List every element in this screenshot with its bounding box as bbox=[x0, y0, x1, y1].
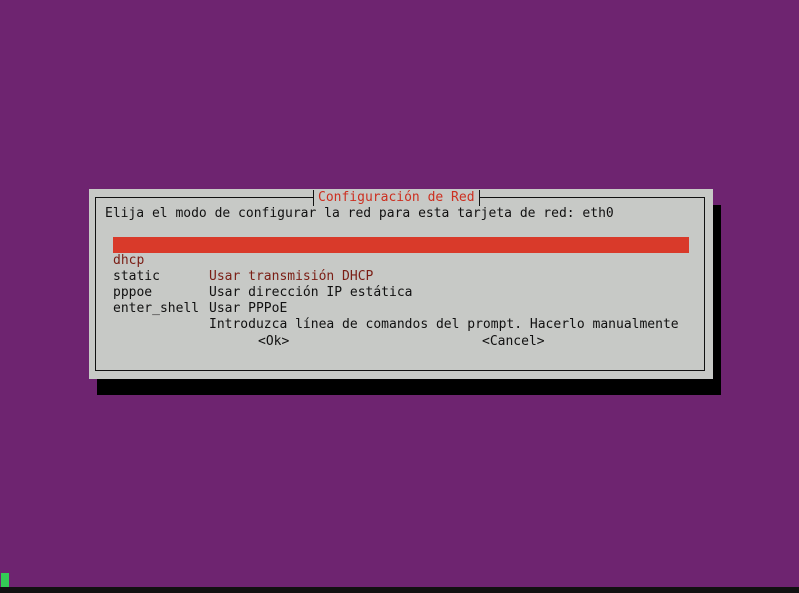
list-item-desc: Introduzca línea de comandos del prompt.… bbox=[209, 317, 679, 332]
method-list: dhcp Usar transmisión DHCP static Usar d… bbox=[113, 237, 689, 332]
list-item-pppoe[interactable]: pppoe Usar PPPoE bbox=[113, 269, 689, 316]
ok-button[interactable]: <Ok> bbox=[258, 334, 289, 350]
network-config-dialog: Configuración de Red Elija el modo de co… bbox=[89, 189, 713, 379]
list-item-desc: Usar PPPoE bbox=[209, 301, 288, 316]
dialog-title: Configuración de Red bbox=[313, 190, 480, 206]
terminal-screen: Configuración de Red Elija el modo de co… bbox=[0, 0, 799, 593]
dialog-prompt: Elija el modo de configurar la red para … bbox=[105, 206, 614, 221]
terminal-cursor bbox=[1, 573, 9, 587]
list-item-dhcp[interactable]: dhcp Usar transmisión DHCP bbox=[113, 237, 689, 284]
list-item-enter-shell[interactable]: enter_shell Introduzca línea de comandos… bbox=[113, 285, 689, 332]
list-item-key: enter_shell bbox=[113, 301, 200, 316]
screen-bottom-border bbox=[0, 587, 799, 593]
cancel-button[interactable]: <Cancel> bbox=[482, 334, 545, 350]
list-item-static[interactable]: static Usar dirección IP estática bbox=[113, 253, 689, 300]
